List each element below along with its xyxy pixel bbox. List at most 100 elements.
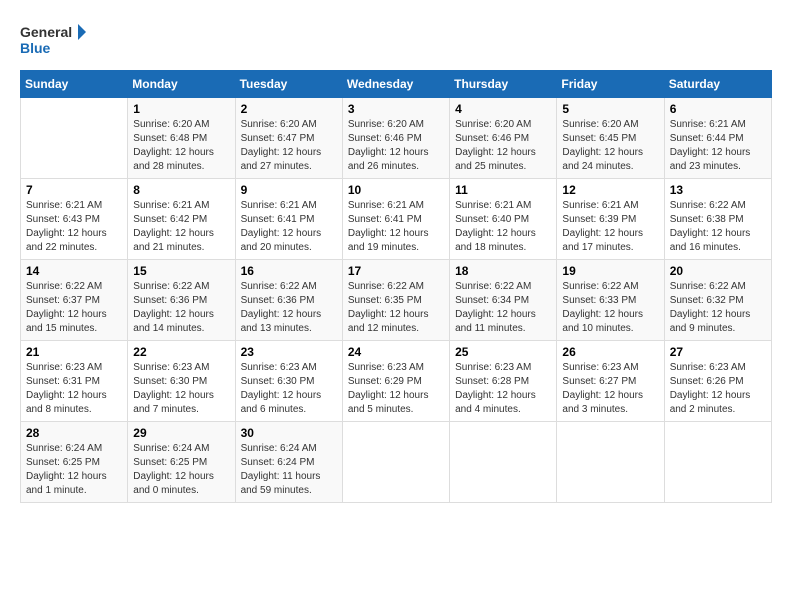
calendar-cell: 27 Sunrise: 6:23 AMSunset: 6:26 PMDayligh… [664, 341, 771, 422]
day-info: Sunrise: 6:22 AMSunset: 6:36 PMDaylight:… [133, 280, 229, 336]
day-info: Sunrise: 6:21 AMSunset: 6:43 PMDaylight:… [26, 199, 122, 255]
day-number: 25 [455, 345, 551, 359]
day-number: 22 [133, 345, 229, 359]
calendar-cell: 21 Sunrise: 6:23 AMSunset: 6:31 PMDayligh… [21, 341, 128, 422]
day-info: Sunrise: 6:20 AMSunset: 6:45 PMDaylight:… [562, 118, 658, 174]
col-header-thursday: Thursday [450, 71, 557, 98]
calendar-cell: 4 Sunrise: 6:20 AMSunset: 6:46 PMDaylight… [450, 98, 557, 179]
day-info: Sunrise: 6:23 AMSunset: 6:27 PMDaylight:… [562, 361, 658, 417]
calendar-cell: 22 Sunrise: 6:23 AMSunset: 6:30 PMDayligh… [128, 341, 235, 422]
calendar-cell: 13Sunrise: 6:22 AMSunset: 6:38 PMDayligh… [664, 179, 771, 260]
page-header: General Blue [20, 20, 772, 60]
day-info: Sunrise: 6:21 AMSunset: 6:44 PMDaylight:… [670, 118, 766, 174]
calendar-cell: 30Sunrise: 6:24 AMSunset: 6:24 PMDayligh… [235, 422, 342, 503]
calendar-cell: 20 Sunrise: 6:22 AMSunset: 6:32 PMDayligh… [664, 260, 771, 341]
calendar-cell [450, 422, 557, 503]
calendar-cell: 15 Sunrise: 6:22 AMSunset: 6:36 PMDayligh… [128, 260, 235, 341]
day-number: 21 [26, 345, 122, 359]
day-number: 24 [348, 345, 444, 359]
day-number: 7 [26, 183, 122, 197]
calendar-cell: 17 Sunrise: 6:22 AMSunset: 6:35 PMDayligh… [342, 260, 449, 341]
day-number: 23 [241, 345, 337, 359]
calendar-week-row: 7 Sunrise: 6:21 AMSunset: 6:43 PMDaylight… [21, 179, 772, 260]
calendar-cell: 2 Sunrise: 6:20 AMSunset: 6:47 PMDaylight… [235, 98, 342, 179]
day-number: 17 [348, 264, 444, 278]
day-number: 3 [348, 102, 444, 116]
day-info: Sunrise: 6:24 AMSunset: 6:25 PMDaylight:… [26, 442, 122, 498]
calendar-cell: 25 Sunrise: 6:23 AMSunset: 6:28 PMDayligh… [450, 341, 557, 422]
col-header-friday: Friday [557, 71, 664, 98]
calendar-cell: 8 Sunrise: 6:21 AMSunset: 6:42 PMDaylight… [128, 179, 235, 260]
day-number: 14 [26, 264, 122, 278]
calendar-cell: 11Sunrise: 6:21 AMSunset: 6:40 PMDayligh… [450, 179, 557, 260]
day-info: Sunrise: 6:22 AMSunset: 6:37 PMDaylight:… [26, 280, 122, 336]
calendar-cell: 24 Sunrise: 6:23 AMSunset: 6:29 PMDayligh… [342, 341, 449, 422]
day-number: 1 [133, 102, 229, 116]
calendar-cell: 12Sunrise: 6:21 AMSunset: 6:39 PMDayligh… [557, 179, 664, 260]
day-info: Sunrise: 6:22 AMSunset: 6:35 PMDaylight:… [348, 280, 444, 336]
svg-text:General: General [20, 24, 72, 40]
calendar-week-row: 1 Sunrise: 6:20 AMSunset: 6:48 PMDaylight… [21, 98, 772, 179]
day-number: 6 [670, 102, 766, 116]
day-number: 15 [133, 264, 229, 278]
day-info: Sunrise: 6:23 AMSunset: 6:29 PMDaylight:… [348, 361, 444, 417]
calendar-cell [557, 422, 664, 503]
day-number: 11 [455, 183, 551, 197]
calendar-cell [342, 422, 449, 503]
calendar-cell: 7 Sunrise: 6:21 AMSunset: 6:43 PMDaylight… [21, 179, 128, 260]
calendar-cell: 18Sunrise: 6:22 AMSunset: 6:34 PMDayligh… [450, 260, 557, 341]
calendar-cell: 9Sunrise: 6:21 AMSunset: 6:41 PMDaylight… [235, 179, 342, 260]
day-info: Sunrise: 6:20 AMSunset: 6:46 PMDaylight:… [348, 118, 444, 174]
col-header-monday: Monday [128, 71, 235, 98]
day-info: Sunrise: 6:21 AMSunset: 6:42 PMDaylight:… [133, 199, 229, 255]
calendar-cell: 28Sunrise: 6:24 AMSunset: 6:25 PMDayligh… [21, 422, 128, 503]
calendar-cell [664, 422, 771, 503]
day-info: Sunrise: 6:22 AMSunset: 6:36 PMDaylight:… [241, 280, 337, 336]
day-number: 13 [670, 183, 766, 197]
day-info: Sunrise: 6:20 AMSunset: 6:46 PMDaylight:… [455, 118, 551, 174]
day-info: Sunrise: 6:22 AMSunset: 6:33 PMDaylight:… [562, 280, 658, 336]
day-info: Sunrise: 6:23 AMSunset: 6:28 PMDaylight:… [455, 361, 551, 417]
day-number: 8 [133, 183, 229, 197]
day-info: Sunrise: 6:21 AMSunset: 6:41 PMDaylight:… [241, 199, 337, 255]
day-info: Sunrise: 6:21 AMSunset: 6:39 PMDaylight:… [562, 199, 658, 255]
svg-text:Blue: Blue [20, 40, 51, 56]
calendar-week-row: 28Sunrise: 6:24 AMSunset: 6:25 PMDayligh… [21, 422, 772, 503]
calendar-table: SundayMondayTuesdayWednesdayThursdayFrid… [20, 70, 772, 503]
day-info: Sunrise: 6:23 AMSunset: 6:31 PMDaylight:… [26, 361, 122, 417]
day-number: 20 [670, 264, 766, 278]
calendar-cell: 3 Sunrise: 6:20 AMSunset: 6:46 PMDaylight… [342, 98, 449, 179]
day-info: Sunrise: 6:23 AMSunset: 6:26 PMDaylight:… [670, 361, 766, 417]
day-number: 19 [562, 264, 658, 278]
calendar-cell: 26 Sunrise: 6:23 AMSunset: 6:27 PMDayligh… [557, 341, 664, 422]
calendar-cell: 23Sunrise: 6:23 AMSunset: 6:30 PMDayligh… [235, 341, 342, 422]
calendar-cell: 14 Sunrise: 6:22 AMSunset: 6:37 PMDayligh… [21, 260, 128, 341]
day-info: Sunrise: 6:23 AMSunset: 6:30 PMDaylight:… [133, 361, 229, 417]
calendar-cell: 10 Sunrise: 6:21 AMSunset: 6:41 PMDayligh… [342, 179, 449, 260]
calendar-cell: 6 Sunrise: 6:21 AMSunset: 6:44 PMDaylight… [664, 98, 771, 179]
logo: General Blue [20, 20, 90, 60]
day-number: 10 [348, 183, 444, 197]
day-number: 26 [562, 345, 658, 359]
day-number: 18 [455, 264, 551, 278]
calendar-cell: 1 Sunrise: 6:20 AMSunset: 6:48 PMDaylight… [128, 98, 235, 179]
day-number: 4 [455, 102, 551, 116]
day-number: 29 [133, 426, 229, 440]
calendar-week-row: 14 Sunrise: 6:22 AMSunset: 6:37 PMDayligh… [21, 260, 772, 341]
calendar-cell [21, 98, 128, 179]
col-header-sunday: Sunday [21, 71, 128, 98]
day-number: 16 [241, 264, 337, 278]
calendar-cell: 5Sunrise: 6:20 AMSunset: 6:45 PMDaylight… [557, 98, 664, 179]
calendar-cell: 16 Sunrise: 6:22 AMSunset: 6:36 PMDayligh… [235, 260, 342, 341]
day-number: 27 [670, 345, 766, 359]
day-number: 30 [241, 426, 337, 440]
day-info: Sunrise: 6:20 AMSunset: 6:47 PMDaylight:… [241, 118, 337, 174]
calendar-cell: 19 Sunrise: 6:22 AMSunset: 6:33 PMDayligh… [557, 260, 664, 341]
day-info: Sunrise: 6:20 AMSunset: 6:48 PMDaylight:… [133, 118, 229, 174]
col-header-saturday: Saturday [664, 71, 771, 98]
day-info: Sunrise: 6:24 AMSunset: 6:25 PMDaylight:… [133, 442, 229, 498]
calendar-header-row: SundayMondayTuesdayWednesdayThursdayFrid… [21, 71, 772, 98]
day-info: Sunrise: 6:22 AMSunset: 6:32 PMDaylight:… [670, 280, 766, 336]
day-info: Sunrise: 6:21 AMSunset: 6:41 PMDaylight:… [348, 199, 444, 255]
day-number: 2 [241, 102, 337, 116]
